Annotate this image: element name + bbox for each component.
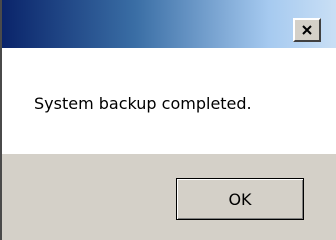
button-area: OK <box>2 154 336 240</box>
message-dialog: System backup completed. OK <box>0 0 336 240</box>
close-icon <box>301 24 313 36</box>
message-area: System backup completed. <box>2 48 336 154</box>
close-button[interactable] <box>293 18 321 42</box>
ok-button[interactable]: OK <box>176 178 304 220</box>
window-frame <box>0 0 2 240</box>
message-text: System backup completed. <box>34 94 252 113</box>
title-bar[interactable] <box>2 0 336 48</box>
